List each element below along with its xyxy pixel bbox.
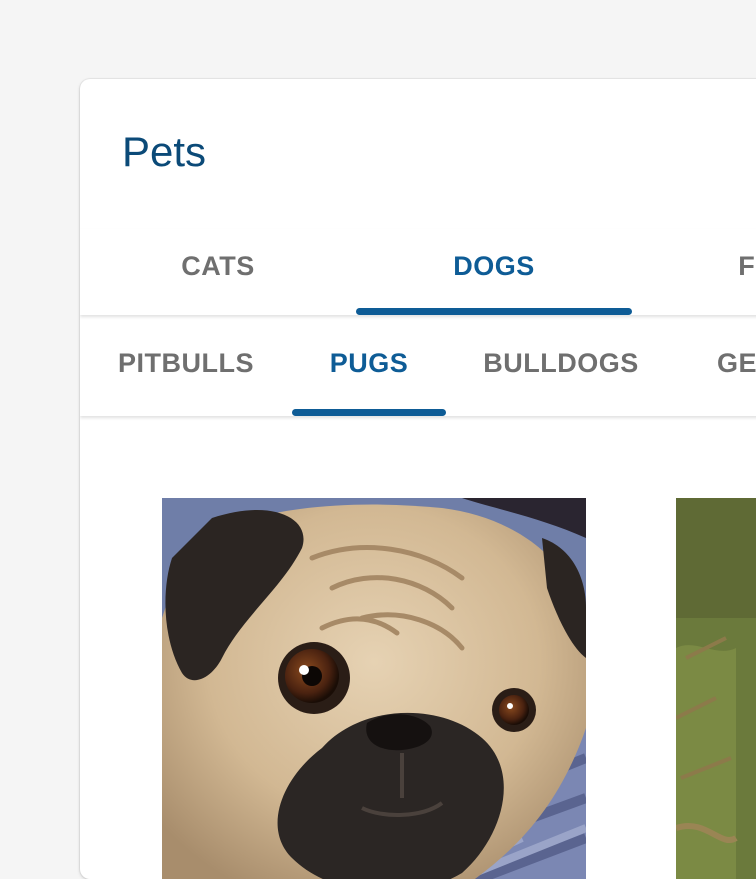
subtab-german-shepherds[interactable]: GERMAN SHEPHERDS (676, 315, 756, 416)
pets-card: Pets CATS DOGS FISH PITBULLS PUGS BULLDO… (80, 79, 756, 879)
subtab-pitbulls[interactable]: PITBULLS (80, 315, 292, 416)
tab-dogs[interactable]: DOGS (356, 229, 632, 315)
subtab-active-indicator (292, 409, 446, 416)
tab-fish[interactable]: FISH (632, 229, 756, 315)
pug-photo[interactable] (162, 498, 586, 879)
pet-tabs: CATS DOGS FISH (80, 229, 756, 315)
page-title: Pets (122, 128, 207, 175)
dog-breed-tabs: PITBULLS PUGS BULLDOGS GERMAN SHEPHERDS (80, 315, 756, 416)
subtab-pugs[interactable]: PUGS (292, 315, 446, 416)
dog-image (676, 498, 756, 879)
tab-cats[interactable]: CATS (80, 229, 356, 315)
gallery (80, 416, 756, 879)
tab-active-indicator (356, 308, 632, 315)
pug-image (162, 498, 586, 879)
dog-photo[interactable] (676, 498, 756, 879)
subtab-bulldogs[interactable]: BULLDOGS (446, 315, 676, 416)
